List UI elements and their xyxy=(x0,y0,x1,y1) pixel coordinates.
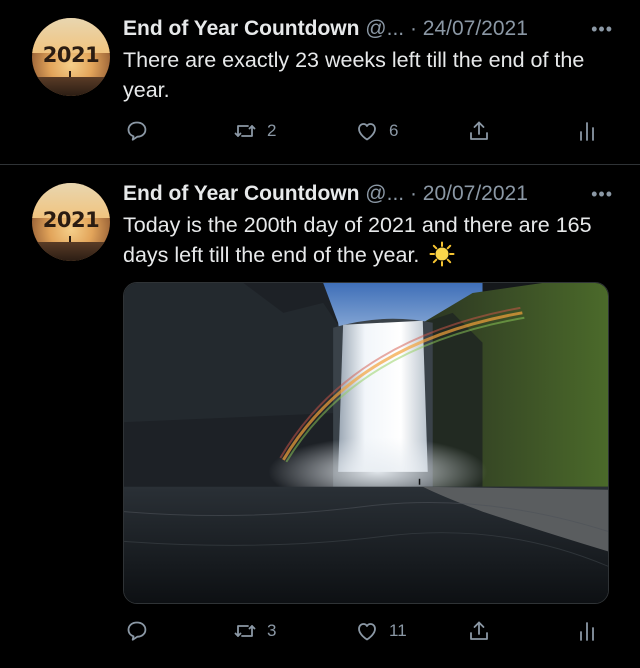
analytics-icon xyxy=(580,122,594,141)
avatar[interactable]: 2021 xyxy=(32,18,110,96)
author-handle[interactable]: @... xyxy=(365,17,404,40)
avatar-ground xyxy=(32,77,110,96)
retweet-button[interactable]: 3 xyxy=(233,616,276,646)
share-button[interactable] xyxy=(467,616,491,646)
analytics-button[interactable] xyxy=(575,616,599,646)
like-count: 11 xyxy=(389,621,407,640)
tweet-date[interactable]: · 24/07/2021 xyxy=(410,17,528,40)
share-icon xyxy=(470,621,488,640)
avatar-figure xyxy=(69,236,72,242)
author-name[interactable]: End of Year Countdown xyxy=(123,182,359,205)
reply-icon xyxy=(127,121,147,141)
reply-button[interactable] xyxy=(125,116,149,146)
retweet-icon xyxy=(234,625,256,637)
more-icon[interactable]: ••• xyxy=(591,179,613,209)
retweet-button[interactable]: 2 xyxy=(233,116,276,146)
share-icon xyxy=(470,121,488,140)
tweet-actions: 2 6 xyxy=(123,116,613,146)
retweet-count: 2 xyxy=(267,121,277,140)
tweet-date[interactable]: · 20/07/2021 xyxy=(410,182,528,205)
more-icon[interactable]: ••• xyxy=(591,14,613,44)
avatar-ground xyxy=(32,242,110,261)
tweet[interactable]: 2021 End of Year Countdown @... · 20/07/… xyxy=(0,165,640,668)
avatar[interactable]: 2021 xyxy=(32,183,110,261)
reply-button[interactable] xyxy=(125,616,149,646)
tweet-header: End of Year Countdown @... · 20/07/2021 … xyxy=(123,179,613,209)
like-button[interactable]: 6 xyxy=(355,116,398,146)
avatar-year-text: 2021 xyxy=(42,208,100,232)
tweet-actions: 3 11 xyxy=(123,616,613,646)
analytics-button[interactable] xyxy=(575,116,599,146)
tweet-text-body: Today is the 200th day of 2021 and there… xyxy=(123,213,592,267)
heart-icon xyxy=(358,623,376,641)
heart-icon xyxy=(358,123,376,141)
avatar-year-text: 2021 xyxy=(42,43,100,67)
retweet-count: 3 xyxy=(267,621,277,640)
tweet-media-image[interactable] xyxy=(123,282,609,604)
reply-icon xyxy=(127,621,147,641)
like-button[interactable]: 11 xyxy=(355,616,407,646)
analytics-icon xyxy=(580,622,594,641)
tweet[interactable]: 2021 End of Year Countdown @... · 24/07/… xyxy=(0,0,640,165)
author-name[interactable]: End of Year Countdown xyxy=(123,17,359,40)
share-button[interactable] xyxy=(467,116,491,146)
like-count: 6 xyxy=(389,121,399,140)
retweet-icon xyxy=(234,125,256,137)
tweet-text: Today is the 200th day of 2021 and there… xyxy=(123,210,613,270)
tweet-header: End of Year Countdown @... · 24/07/2021 … xyxy=(123,14,613,44)
avatar-figure xyxy=(69,71,72,77)
author-handle[interactable]: @... xyxy=(365,182,404,205)
tweet-text: There are exactly 23 weeks left till the… xyxy=(123,48,585,102)
sun-emoji-icon xyxy=(429,241,455,267)
